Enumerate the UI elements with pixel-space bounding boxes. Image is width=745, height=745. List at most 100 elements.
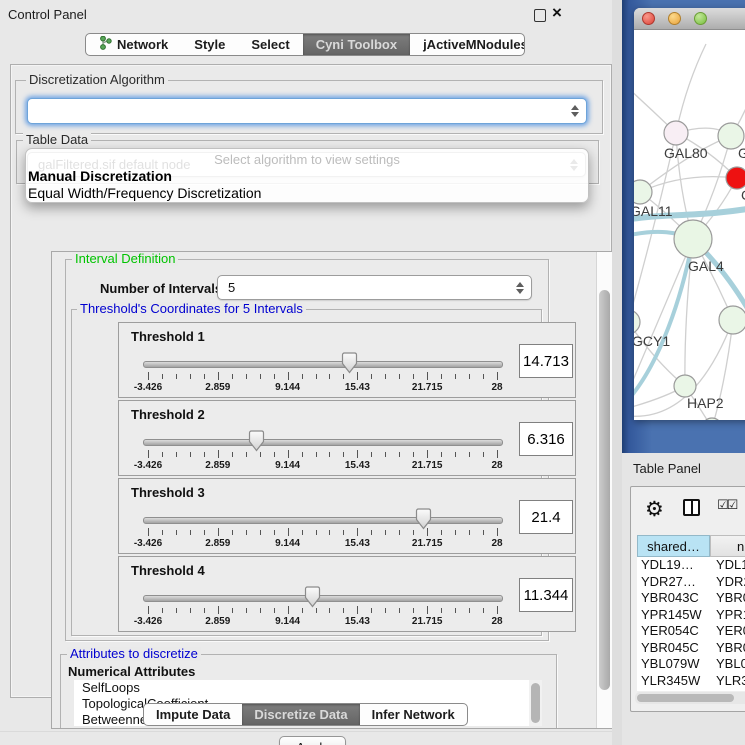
- table-row[interactable]: YBR045CYBR0: [637, 640, 745, 657]
- slider-tick: [316, 608, 317, 613]
- slider-tick: [483, 374, 484, 379]
- slider-thumb[interactable]: [415, 508, 432, 530]
- tab-infer-network[interactable]: Infer Network: [360, 704, 467, 725]
- popup-hint-text: Select algorithm to view settings: [26, 152, 588, 168]
- slider-tick: [343, 608, 344, 613]
- attributes-list-scrollbar[interactable]: [529, 680, 542, 726]
- algorithm-option[interactable]: Equal Width/Frequency Discretization: [26, 185, 588, 202]
- tab-jactivemnodules[interactable]: jActiveMNodules: [410, 34, 525, 55]
- network-node-hap2[interactable]: [674, 375, 696, 397]
- slider-tick: [483, 530, 484, 535]
- network-node-c[interactable]: [726, 167, 745, 189]
- slider-track[interactable]: [143, 517, 503, 524]
- minimize-traffic-light-icon[interactable]: [668, 12, 681, 25]
- table-row[interactable]: YDR27…YDR2: [637, 574, 745, 591]
- slider-thumb[interactable]: [341, 352, 358, 374]
- slider-tick: [469, 374, 470, 379]
- slider-tick: [246, 374, 247, 379]
- slider-tick: [413, 374, 414, 379]
- tab-impute-data[interactable]: Impute Data: [144, 704, 242, 725]
- scrollbar-thumb[interactable]: [637, 694, 734, 702]
- float-window-icon[interactable]: [534, 9, 546, 22]
- table-row[interactable]: YBL079WYBL0: [637, 656, 745, 673]
- checkboxes-icon[interactable]: ☑☑: [717, 498, 736, 513]
- threshold-panel: Threshold 1-3.4262.8599.14415.4321.71528…: [118, 322, 576, 398]
- network-edge[interactable]: [640, 177, 737, 192]
- threshold-value-field[interactable]: 14.713: [519, 344, 573, 378]
- slider-tick-label: 28: [491, 616, 502, 627]
- slider-track[interactable]: [143, 595, 503, 602]
- network-node-gcy1[interactable]: [634, 310, 640, 334]
- slider-tick: [204, 452, 205, 457]
- slider-tick: [316, 530, 317, 535]
- slider-tick: [162, 374, 163, 379]
- apply-button[interactable]: Apply: [279, 736, 346, 745]
- network-window-titlebar[interactable]: [634, 8, 745, 30]
- slider-tick: [371, 452, 372, 457]
- table-row[interactable]: YDL19…YDL1: [637, 557, 745, 574]
- threshold-value-field[interactable]: 6.316: [519, 422, 573, 456]
- network-canvas[interactable]: GAL80GACGAL11GAL4GCY1HHAP2: [634, 30, 745, 420]
- table-row[interactable]: YPR145WYPR1: [637, 607, 745, 624]
- threshold-slider[interactable]: -3.4262.8599.14415.4321.71528: [148, 479, 497, 555]
- slider-track[interactable]: [143, 439, 503, 446]
- slider-tick: [260, 374, 261, 379]
- tab-discretize-data[interactable]: Discretize Data: [242, 704, 359, 725]
- network-node-label: GAL80: [664, 145, 708, 161]
- cell-name: YBL0: [710, 656, 745, 673]
- slider-tick: [357, 450, 358, 458]
- threshold-slider[interactable]: -3.4262.8599.14415.4321.71528: [148, 401, 497, 477]
- cell-shared-name: YDR27…: [637, 574, 710, 591]
- cell-shared-name: YLR345W: [637, 673, 710, 690]
- attribute-list-item[interactable]: SelfLoops: [74, 680, 529, 696]
- slider-tick: [246, 608, 247, 613]
- slider-thumb[interactable]: [248, 430, 265, 452]
- threshold-value-field[interactable]: 21.4: [519, 500, 573, 534]
- algorithm-combo[interactable]: [27, 98, 587, 124]
- table-row[interactable]: YLR345WYLR3: [637, 673, 745, 690]
- tab-style[interactable]: Style: [181, 34, 238, 55]
- slider-track[interactable]: [143, 361, 503, 368]
- table-horizontal-scrollbar[interactable]: [635, 692, 745, 704]
- slider-thumb[interactable]: [304, 586, 321, 608]
- network-node-gal4[interactable]: [674, 220, 712, 258]
- tab-cyni-toolbox[interactable]: Cyni Toolbox: [303, 34, 410, 55]
- tab-select[interactable]: Select: [238, 34, 302, 55]
- number-of-intervals-value: 5: [228, 280, 235, 295]
- slider-tick: [399, 530, 400, 535]
- tab-network[interactable]: Network: [86, 34, 181, 55]
- columns-icon[interactable]: [683, 499, 700, 516]
- slider-tick: [343, 530, 344, 535]
- combo-stepper-icon[interactable]: [571, 105, 579, 117]
- scrollbar-thumb[interactable]: [599, 290, 610, 690]
- zoom-traffic-light-icon[interactable]: [694, 12, 707, 25]
- threshold-value-field[interactable]: 11.344: [519, 578, 573, 612]
- slider-tick: [441, 452, 442, 457]
- close-icon[interactable]: ×: [552, 3, 562, 23]
- panel-gap: [612, 0, 622, 745]
- network-edge[interactable]: [634, 322, 685, 386]
- network-window: GAL80GACGAL11GAL4GCY1HHAP2: [634, 8, 745, 420]
- slider-tick-label: 9.144: [275, 460, 300, 471]
- network-edge[interactable]: [634, 239, 693, 392]
- slider-tick: [204, 374, 205, 379]
- network-edge[interactable]: [676, 44, 706, 133]
- network-node-gal80[interactable]: [664, 121, 688, 145]
- scrollbar-thumb[interactable]: [531, 683, 540, 723]
- table-row[interactable]: YIL053CYIL0: [637, 689, 745, 691]
- gear-icon[interactable]: ⚙: [645, 495, 664, 523]
- close-traffic-light-icon[interactable]: [642, 12, 655, 25]
- network-node-h[interactable]: [719, 306, 745, 334]
- network-node-label: GCY1: [634, 333, 670, 349]
- network-node[interactable]: [702, 418, 722, 420]
- network-node-gal11[interactable]: [634, 180, 652, 204]
- table-row[interactable]: YBR043CYBR0: [637, 590, 745, 607]
- column-header[interactable]: shared…: [637, 535, 710, 557]
- threshold-slider[interactable]: -3.4262.8599.14415.4321.71528: [148, 323, 497, 399]
- combo-stepper-icon[interactable]: [516, 282, 524, 294]
- column-header[interactable]: n: [710, 535, 745, 557]
- threshold-slider[interactable]: -3.4262.8599.14415.4321.71528: [148, 557, 497, 633]
- algorithm-option[interactable]: Manual Discretization: [26, 168, 588, 185]
- number-of-intervals-combo[interactable]: 5: [217, 275, 532, 300]
- table-row[interactable]: YER054CYER0: [637, 623, 745, 640]
